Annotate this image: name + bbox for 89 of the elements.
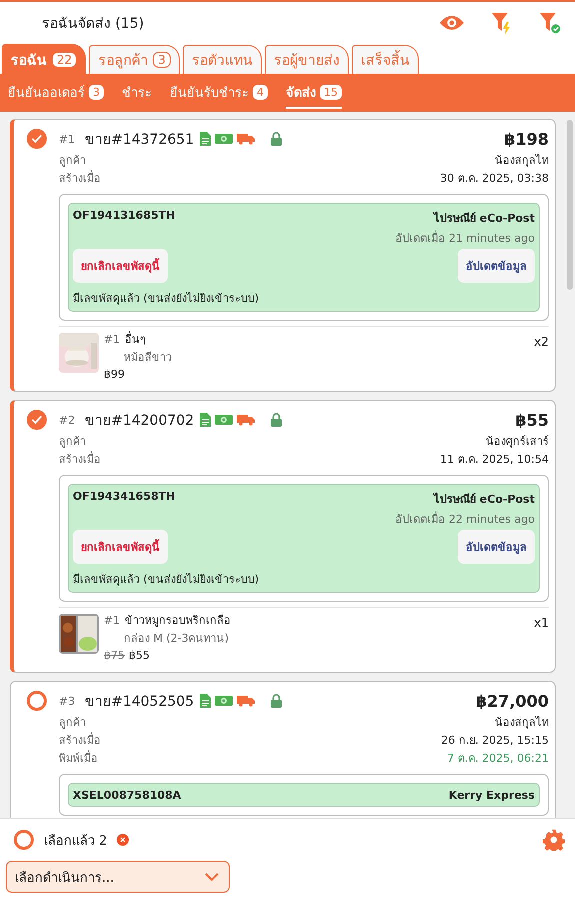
select-all-checkbox[interactable]	[14, 830, 34, 850]
update-info-button[interactable]: อัปเดตข้อมูล	[458, 249, 535, 283]
field-label: ลูกค้า	[59, 715, 86, 731]
document-icon	[200, 413, 212, 427]
field-value: 26 ก.ย. 2025, 15:15	[441, 733, 549, 749]
order-total: ฿198	[504, 130, 549, 148]
field-label: สร้างเมื่อ	[59, 170, 101, 187]
count-badge: 4	[253, 84, 268, 100]
status-tab[interactable]: รอฉัน 22	[2, 44, 86, 74]
item-quantity: x1	[534, 616, 549, 632]
field-label: สร้างเมื่อ	[59, 451, 101, 468]
shipment-status: มีเลขพัสดุแล้ว (ขนส่งยังไม่ยิงเข้าระบบ)	[73, 572, 260, 588]
settings-icon[interactable]	[543, 829, 565, 851]
truck-icon	[237, 695, 256, 707]
field-value: 30 ต.ค. 2025, 03:38	[440, 171, 549, 187]
sub-tab[interactable]: ยืนยันออเดอร์ 3	[8, 78, 104, 108]
eye-icon[interactable]	[439, 15, 465, 31]
chevron-down-icon	[205, 872, 219, 882]
order-index: #1	[59, 132, 76, 146]
check-icon	[31, 415, 43, 425]
count-badge: 3	[153, 52, 171, 68]
field-value: น้องสกุลไท	[495, 153, 549, 169]
carrier-name: Kerry Express	[448, 789, 535, 802]
action-dropdown[interactable]: เลือกดำเนินการ...	[6, 861, 230, 893]
item-price: ฿55	[129, 648, 150, 664]
item-index: #1	[104, 613, 120, 629]
count-badge: 15	[320, 84, 342, 100]
document-icon	[200, 694, 212, 708]
item-variant: หม้อสีขาว	[124, 350, 173, 366]
tracking-number: OF194341658TH	[73, 490, 176, 505]
clear-icon[interactable]	[117, 834, 130, 846]
status-tab[interactable]: รอผู้ขายส่ง	[264, 45, 349, 74]
check-icon	[31, 134, 43, 144]
shipment-status: มีเลขพัสดุแล้ว (ขนส่งยังไม่ยิงเข้าระบบ)	[73, 291, 260, 307]
cancel-tracking-button[interactable]: ยกเลิกเลขพัสดุนี้	[73, 249, 168, 283]
field-value: น้องศุกร์เสาร์	[486, 434, 549, 450]
count-badge: 3	[89, 84, 104, 100]
sub-tab[interactable]: จัดส่ง 15	[286, 78, 342, 108]
item-price: ฿99	[104, 367, 125, 383]
selected-count: เลือกแล้ว 2	[44, 832, 108, 850]
updated-time: อัปเดตเมื่อ 22 minutes ago	[394, 510, 535, 528]
sub-tab[interactable]: ชำระ	[122, 78, 152, 108]
updated-time: อัปเดตเมื่อ 21 minutes ago	[394, 230, 535, 247]
truck-icon	[237, 414, 256, 426]
sub-tab[interactable]: ยืนยันรับชำระ 4	[170, 78, 268, 108]
order-total: ฿55	[516, 410, 549, 430]
order-number: ขาย#14052505	[85, 693, 194, 712]
tracking-number: OF194131685TH	[73, 209, 176, 224]
field-value: 11 ต.ค. 2025, 10:54	[440, 452, 549, 468]
order-number: ขาย#14372651	[85, 131, 194, 150]
order-index: #3	[59, 694, 76, 708]
carrier-name: ไปรษณีย์ eCo-Post	[434, 492, 535, 508]
carrier-name: ไปรษณีย์ eCo-Post	[434, 210, 535, 227]
item-name: อื่นๆ	[125, 331, 146, 348]
money-icon	[215, 695, 234, 707]
count-badge: 22	[52, 52, 78, 68]
select-checkbox[interactable]	[27, 691, 47, 711]
field-label: ลูกค้า	[59, 434, 86, 450]
cancel-tracking-button[interactable]: ยกเลิกเลขพัสดุนี้	[73, 530, 168, 564]
select-checkbox[interactable]	[27, 410, 47, 430]
filter-check-icon[interactable]	[539, 11, 561, 35]
filter-bolt-icon[interactable]	[491, 11, 513, 35]
field-label: พิมพ์เมื่อ	[59, 750, 98, 767]
status-tab[interactable]: เสร็จสิ้น	[352, 45, 419, 74]
tracking-number: XSEL008758108A	[73, 789, 182, 802]
item-name: ข้าวหมูกรอบพริกเกลือ	[125, 613, 232, 629]
page-title: รอฉันจัดส่ง (15)	[42, 15, 146, 34]
money-icon	[215, 414, 234, 426]
lock-icon	[271, 694, 282, 708]
order-index: #2	[59, 414, 76, 426]
select-checkbox[interactable]	[27, 129, 47, 149]
document-icon	[200, 132, 212, 146]
item-index: #1	[104, 332, 120, 348]
field-value: 7 ต.ค. 2025, 06:21	[447, 751, 549, 767]
order-number: ขาย#14200702	[85, 412, 194, 431]
field-label: สร้างเมื่อ	[59, 732, 101, 749]
update-info-button[interactable]: อัปเดตข้อมูล	[458, 530, 535, 564]
status-tab[interactable]: รอตัวแทน	[182, 45, 262, 74]
lock-icon	[271, 132, 282, 146]
lock-icon	[271, 413, 282, 427]
money-icon	[215, 133, 234, 145]
field-value: น้องสกุลไท	[495, 715, 549, 731]
order-total: ฿27,000	[476, 692, 549, 710]
status-tab[interactable]: รอลูกค้า 3	[89, 45, 180, 74]
item-quantity: x2	[534, 335, 549, 351]
original-price: ฿75	[104, 648, 125, 664]
item-variant: กล่อง M (2-3คนทาน)	[124, 631, 230, 647]
truck-icon	[237, 133, 256, 145]
field-label: ลูกค้า	[59, 153, 86, 169]
